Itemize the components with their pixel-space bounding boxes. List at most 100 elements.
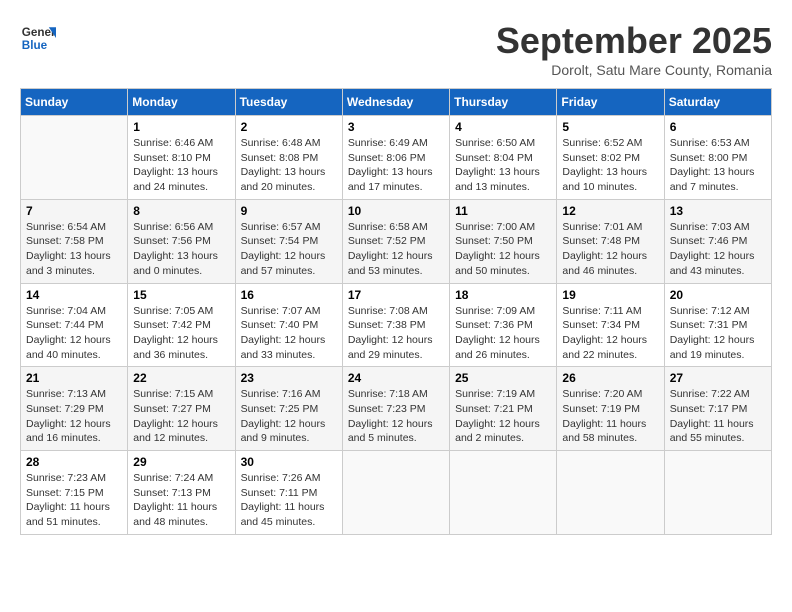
calendar-table: SundayMondayTuesdayWednesdayThursdayFrid…: [20, 88, 772, 535]
day-number: 10: [348, 204, 444, 218]
day-info: Sunrise: 7:26 AM Sunset: 7:11 PM Dayligh…: [241, 471, 337, 530]
day-number: 15: [133, 288, 229, 302]
day-number: 17: [348, 288, 444, 302]
day-info: Sunrise: 7:12 AM Sunset: 7:31 PM Dayligh…: [670, 304, 766, 363]
day-info: Sunrise: 7:18 AM Sunset: 7:23 PM Dayligh…: [348, 387, 444, 446]
svg-text:Blue: Blue: [22, 39, 48, 52]
calendar-cell: 3Sunrise: 6:49 AM Sunset: 8:06 PM Daylig…: [342, 116, 449, 200]
day-number: 5: [562, 120, 658, 134]
calendar-cell: 20 Sunrise: 7:12 AM Sunset: 7:31 PM Dayli…: [664, 283, 771, 367]
day-info: Sunrise: 7:13 AM Sunset: 7:29 PM Dayligh…: [26, 387, 122, 446]
calendar-cell: 8 Sunrise: 6:56 AM Sunset: 7:56 PM Daylig…: [128, 199, 235, 283]
day-number: 2: [241, 120, 337, 134]
calendar-cell: 21 Sunrise: 7:13 AM Sunset: 7:29 PM Dayli…: [21, 367, 128, 451]
calendar-week-row: 1 Sunrise: 6:46 AM Sunset: 8:10 PM Daylig…: [21, 116, 772, 200]
day-info: Sunrise: 6:53 AM Sunset: 8:00 PM Dayligh…: [670, 136, 766, 195]
calendar-cell: 16 Sunrise: 7:07 AM Sunset: 7:40 PM Dayli…: [235, 283, 342, 367]
day-number: 24: [348, 371, 444, 385]
day-info: Sunrise: 6:58 AM Sunset: 7:52 PM Dayligh…: [348, 220, 444, 279]
calendar-cell: 28Sunrise: 7:23 AM Sunset: 7:15 PM Dayli…: [21, 451, 128, 535]
calendar-cell: 9 Sunrise: 6:57 AM Sunset: 7:54 PM Daylig…: [235, 199, 342, 283]
day-number: 1: [133, 120, 229, 134]
day-number: 22: [133, 371, 229, 385]
day-info: Sunrise: 6:52 AM Sunset: 8:02 PM Dayligh…: [562, 136, 658, 195]
calendar-cell: [557, 451, 664, 535]
calendar-cell: [21, 116, 128, 200]
day-number: 13: [670, 204, 766, 218]
calendar-cell: 15 Sunrise: 7:05 AM Sunset: 7:42 PM Dayli…: [128, 283, 235, 367]
day-number: 11: [455, 204, 551, 218]
calendar-cell: [450, 451, 557, 535]
day-info: Sunrise: 7:20 AM Sunset: 7:19 PM Dayligh…: [562, 387, 658, 446]
calendar-cell: 7 Sunrise: 6:54 AM Sunset: 7:58 PM Daylig…: [21, 199, 128, 283]
column-header-thursday: Thursday: [450, 89, 557, 116]
day-info: Sunrise: 7:05 AM Sunset: 7:42 PM Dayligh…: [133, 304, 229, 363]
day-info: Sunrise: 7:08 AM Sunset: 7:38 PM Dayligh…: [348, 304, 444, 363]
day-number: 26: [562, 371, 658, 385]
day-number: 16: [241, 288, 337, 302]
day-number: 19: [562, 288, 658, 302]
day-info: Sunrise: 7:00 AM Sunset: 7:50 PM Dayligh…: [455, 220, 551, 279]
column-header-sunday: Sunday: [21, 89, 128, 116]
calendar-cell: 22 Sunrise: 7:15 AM Sunset: 7:27 PM Dayli…: [128, 367, 235, 451]
day-info: Sunrise: 6:50 AM Sunset: 8:04 PM Dayligh…: [455, 136, 551, 195]
calendar-cell: 25 Sunrise: 7:19 AM Sunset: 7:21 PM Dayli…: [450, 367, 557, 451]
calendar-week-row: 7 Sunrise: 6:54 AM Sunset: 7:58 PM Daylig…: [21, 199, 772, 283]
day-number: 6: [670, 120, 766, 134]
calendar-cell: [342, 451, 449, 535]
day-number: 27: [670, 371, 766, 385]
day-number: 4: [455, 120, 551, 134]
column-header-saturday: Saturday: [664, 89, 771, 116]
day-info: Sunrise: 7:04 AM Sunset: 7:44 PM Dayligh…: [26, 304, 122, 363]
calendar-cell: 27 Sunrise: 7:22 AM Sunset: 7:17 PM Dayli…: [664, 367, 771, 451]
day-info: Sunrise: 7:16 AM Sunset: 7:25 PM Dayligh…: [241, 387, 337, 446]
day-info: Sunrise: 6:46 AM Sunset: 8:10 PM Dayligh…: [133, 136, 229, 195]
day-info: Sunrise: 7:07 AM Sunset: 7:40 PM Dayligh…: [241, 304, 337, 363]
calendar-cell: 4 Sunrise: 6:50 AM Sunset: 8:04 PM Daylig…: [450, 116, 557, 200]
calendar-week-row: 21 Sunrise: 7:13 AM Sunset: 7:29 PM Dayli…: [21, 367, 772, 451]
column-header-tuesday: Tuesday: [235, 89, 342, 116]
day-info: Sunrise: 7:19 AM Sunset: 7:21 PM Dayligh…: [455, 387, 551, 446]
calendar-cell: 10 Sunrise: 6:58 AM Sunset: 7:52 PM Dayli…: [342, 199, 449, 283]
logo: General Blue: [20, 20, 56, 56]
day-info: Sunrise: 7:23 AM Sunset: 7:15 PM Dayligh…: [26, 471, 122, 530]
day-number: 9: [241, 204, 337, 218]
day-info: Sunrise: 6:56 AM Sunset: 7:56 PM Dayligh…: [133, 220, 229, 279]
day-info: Sunrise: 7:03 AM Sunset: 7:46 PM Dayligh…: [670, 220, 766, 279]
calendar-cell: 6 Sunrise: 6:53 AM Sunset: 8:00 PM Daylig…: [664, 116, 771, 200]
calendar-cell: 29Sunrise: 7:24 AM Sunset: 7:13 PM Dayli…: [128, 451, 235, 535]
calendar-cell: 11 Sunrise: 7:00 AM Sunset: 7:50 PM Dayli…: [450, 199, 557, 283]
calendar-cell: 18Sunrise: 7:09 AM Sunset: 7:36 PM Dayli…: [450, 283, 557, 367]
calendar-cell: 2Sunrise: 6:48 AM Sunset: 8:08 PM Daylig…: [235, 116, 342, 200]
calendar-week-row: 28Sunrise: 7:23 AM Sunset: 7:15 PM Dayli…: [21, 451, 772, 535]
day-info: Sunrise: 7:22 AM Sunset: 7:17 PM Dayligh…: [670, 387, 766, 446]
day-number: 18: [455, 288, 551, 302]
day-number: 21: [26, 371, 122, 385]
day-info: Sunrise: 7:24 AM Sunset: 7:13 PM Dayligh…: [133, 471, 229, 530]
calendar-cell: 12Sunrise: 7:01 AM Sunset: 7:48 PM Dayli…: [557, 199, 664, 283]
day-info: Sunrise: 6:54 AM Sunset: 7:58 PM Dayligh…: [26, 220, 122, 279]
day-number: 20: [670, 288, 766, 302]
day-info: Sunrise: 6:57 AM Sunset: 7:54 PM Dayligh…: [241, 220, 337, 279]
column-header-monday: Monday: [128, 89, 235, 116]
calendar-cell: [664, 451, 771, 535]
day-number: 7: [26, 204, 122, 218]
day-info: Sunrise: 7:15 AM Sunset: 7:27 PM Dayligh…: [133, 387, 229, 446]
calendar-body: 1 Sunrise: 6:46 AM Sunset: 8:10 PM Daylig…: [21, 116, 772, 535]
page-header: General Blue September 2025 Dorolt, Satu…: [20, 20, 772, 78]
day-number: 8: [133, 204, 229, 218]
calendar-cell: 5 Sunrise: 6:52 AM Sunset: 8:02 PM Daylig…: [557, 116, 664, 200]
day-info: Sunrise: 7:11 AM Sunset: 7:34 PM Dayligh…: [562, 304, 658, 363]
day-number: 25: [455, 371, 551, 385]
day-info: Sunrise: 7:01 AM Sunset: 7:48 PM Dayligh…: [562, 220, 658, 279]
column-header-wednesday: Wednesday: [342, 89, 449, 116]
calendar-cell: 23Sunrise: 7:16 AM Sunset: 7:25 PM Dayli…: [235, 367, 342, 451]
calendar-header-row: SundayMondayTuesdayWednesdayThursdayFrid…: [21, 89, 772, 116]
calendar-cell: 19 Sunrise: 7:11 AM Sunset: 7:34 PM Dayli…: [557, 283, 664, 367]
calendar-cell: 13 Sunrise: 7:03 AM Sunset: 7:46 PM Dayli…: [664, 199, 771, 283]
location-subtitle: Dorolt, Satu Mare County, Romania: [496, 62, 772, 78]
day-info: Sunrise: 6:49 AM Sunset: 8:06 PM Dayligh…: [348, 136, 444, 195]
calendar-cell: 1 Sunrise: 6:46 AM Sunset: 8:10 PM Daylig…: [128, 116, 235, 200]
title-area: September 2025 Dorolt, Satu Mare County,…: [496, 20, 772, 78]
day-number: 30: [241, 455, 337, 469]
